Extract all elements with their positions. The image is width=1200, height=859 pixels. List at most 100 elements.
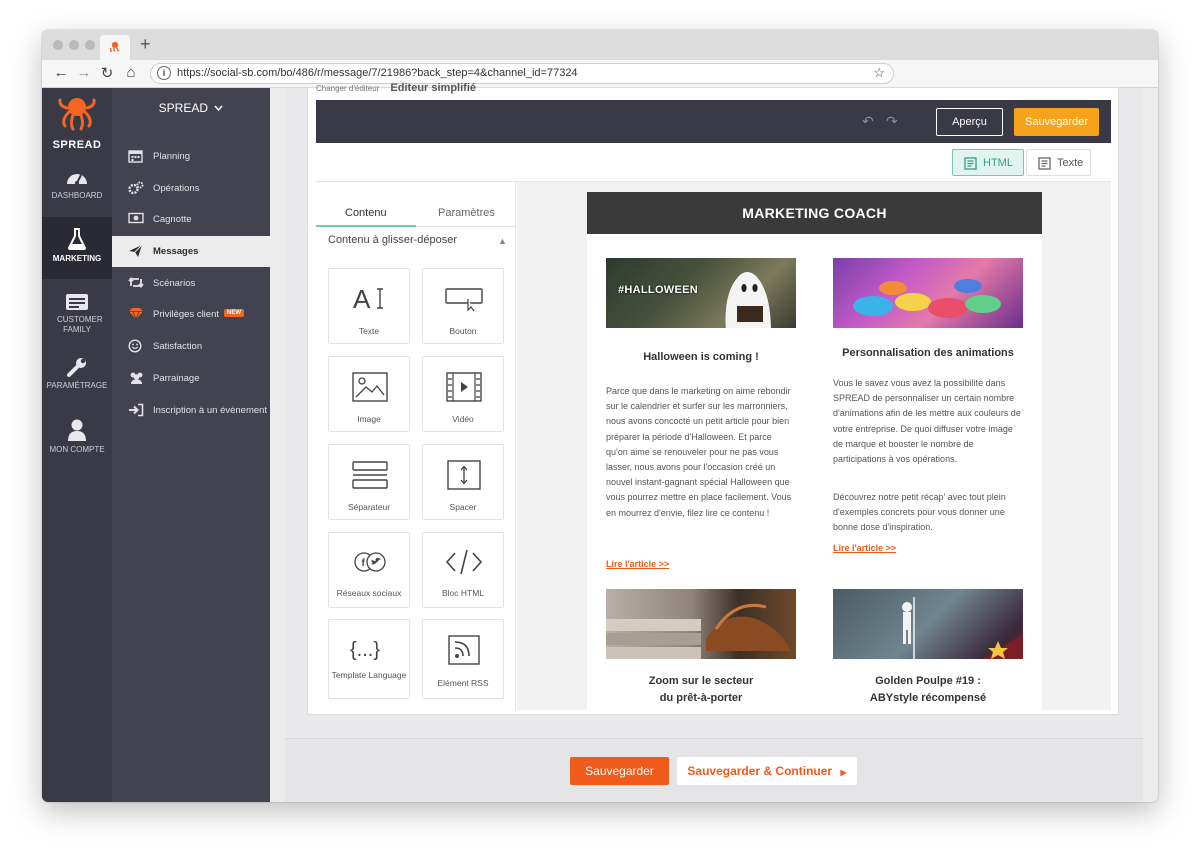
secondary-sidebar: SPREAD Planning Opérations Cagnotte Mess… bbox=[112, 88, 270, 802]
article-title-line-2: ABYstyle récompensé bbox=[869, 692, 987, 704]
block-video[interactable]: Vidéo bbox=[422, 356, 504, 432]
tab-contenu[interactable]: Contenu bbox=[345, 207, 387, 219]
url-field[interactable]: i https://social-sb.com/bo/486/r/message… bbox=[150, 63, 894, 84]
toolbar-save-button[interactable]: Sauvegarder bbox=[1014, 108, 1099, 136]
main-content: Changer d'éditeur Editeur simplifié ↶ ↷ … bbox=[285, 82, 1143, 802]
window-minimize-dot[interactable] bbox=[69, 40, 79, 50]
money-icon bbox=[128, 212, 144, 224]
gears-icon bbox=[128, 181, 144, 195]
octopus-logo-icon bbox=[58, 98, 96, 131]
save-continue-button[interactable]: Sauvegarder & Continuer ▶ bbox=[677, 757, 857, 785]
block-image[interactable]: Image bbox=[328, 356, 410, 432]
redo-icon[interactable]: ↷ bbox=[886, 113, 898, 130]
block-label: Vidéo bbox=[452, 414, 474, 424]
article-body: Parce que dans le marketing on aime rebo… bbox=[606, 386, 792, 518]
article-title: Halloween is coming ! bbox=[643, 351, 759, 363]
sidebar-item-messages[interactable]: Messages bbox=[112, 236, 270, 267]
sidebar-item-operations[interactable]: Opérations bbox=[112, 173, 270, 204]
article-body-2: Découvrez notre petit récap' avec tout p… bbox=[833, 492, 1006, 533]
sidebar-item-label: Scénarios bbox=[153, 278, 196, 289]
html-mode-label: HTML bbox=[983, 157, 1013, 169]
url-text: https://social-sb.com/bo/486/r/message/7… bbox=[177, 67, 578, 79]
home-icon[interactable]: ⌂ bbox=[122, 64, 140, 81]
tab-parametres[interactable]: Paramètres bbox=[438, 207, 495, 219]
content-panel: Contenu Paramètres Contenu à glisser-dép… bbox=[316, 182, 516, 710]
undo-icon[interactable]: ↶ bbox=[862, 113, 874, 130]
shoes-image bbox=[606, 589, 796, 659]
sidebar-item-satisfaction[interactable]: Satisfaction bbox=[112, 331, 270, 362]
brand-name: SPREAD bbox=[52, 139, 102, 151]
info-icon[interactable]: i bbox=[157, 66, 171, 80]
code-block-icon bbox=[445, 549, 483, 575]
editor-toolbar: ↶ ↷ Aperçu Sauvegarder bbox=[316, 100, 1111, 143]
article-title: Personnalisation des animations bbox=[842, 347, 1014, 359]
bookmark-star-icon[interactable]: ☆ bbox=[873, 65, 885, 81]
chevron-down-icon bbox=[214, 105, 223, 112]
read-article-link[interactable]: Lire l'article >> bbox=[833, 543, 896, 553]
sidebar-item-planning[interactable]: Planning bbox=[112, 141, 270, 172]
nav-customer-family[interactable]: CUSTOMER FAMILY bbox=[42, 292, 112, 335]
block-separateur[interactable]: Séparateur bbox=[328, 444, 410, 520]
nav-mon-compte-label: MON COMPTE bbox=[49, 445, 105, 454]
nav-parametrage[interactable]: PARAMÉTRAGE bbox=[42, 356, 112, 391]
wrench-icon bbox=[67, 358, 86, 377]
sidebar-item-label: Parrainage bbox=[153, 373, 200, 384]
block-label: Bloc HTML bbox=[441, 588, 485, 598]
template-language-icon: {...} bbox=[350, 639, 380, 661]
rss-icon bbox=[448, 635, 480, 665]
reload-icon[interactable]: ↻ bbox=[98, 64, 116, 82]
nav-parametrage-label: PARAMÉTRAGE bbox=[46, 381, 108, 390]
block-template-language[interactable]: {...} Template Language bbox=[328, 619, 410, 699]
block-label: Texte bbox=[358, 326, 380, 336]
video-block-icon bbox=[446, 372, 482, 402]
sidebar-item-scenarios[interactable]: Scénarios bbox=[112, 268, 270, 299]
spacer-block-icon bbox=[447, 460, 481, 490]
social-block-icon: f bbox=[354, 552, 386, 572]
preview-button[interactable]: Aperçu bbox=[936, 108, 1003, 136]
spread-logo[interactable]: SPREAD bbox=[42, 94, 112, 151]
block-bouton[interactable]: Bouton bbox=[422, 268, 504, 344]
primary-sidebar: SPREAD DASHBOARD MARKETING CUSTOMER FAMI… bbox=[42, 88, 112, 802]
window-close-dot[interactable] bbox=[53, 40, 63, 50]
nav-dashboard[interactable]: DASHBOARD bbox=[42, 168, 112, 201]
smile-icon bbox=[128, 339, 142, 353]
sidebar-item-parrainage[interactable]: Parrainage bbox=[112, 363, 270, 394]
footer-actions: Sauvegarder Sauvegarder & Continuer ▶ bbox=[285, 738, 1143, 802]
chevron-up-icon[interactable]: ▲ bbox=[498, 236, 507, 246]
back-arrow-icon[interactable]: ← bbox=[52, 64, 70, 81]
block-texte[interactable]: A Texte bbox=[328, 268, 410, 344]
halloween-image: #HALLOWEEN bbox=[606, 258, 796, 328]
code-file-icon bbox=[964, 157, 977, 170]
browser-window: + ← → ↻ ⌂ i https://social-sb.com/bo/486… bbox=[42, 30, 1158, 802]
workspace-selector[interactable]: SPREAD bbox=[112, 101, 270, 115]
nav-mon-compte[interactable]: MON COMPTE bbox=[42, 418, 112, 455]
sidebar-item-label: Planning bbox=[153, 151, 190, 162]
block-bloc-html[interactable]: Bloc HTML bbox=[422, 532, 504, 608]
sidebar-item-cagnotte[interactable]: Cagnotte bbox=[112, 204, 270, 235]
change-editor-link[interactable]: Changer d'éditeur bbox=[316, 84, 379, 93]
block-reseaux-sociaux[interactable]: f Réseaux sociaux bbox=[328, 532, 410, 608]
article-title-line-1: Zoom sur le secteur bbox=[648, 675, 754, 687]
email-preview[interactable]: MARKETING COACH #HALLOWEEN Halloween is … bbox=[587, 192, 1042, 710]
block-element-rss[interactable]: Elément RSS bbox=[422, 619, 504, 699]
block-spacer[interactable]: Spacer bbox=[422, 444, 504, 520]
html-mode-button[interactable]: HTML bbox=[952, 149, 1024, 176]
forward-arrow-icon[interactable]: → bbox=[75, 64, 93, 81]
section-title[interactable]: Contenu à glisser-déposer bbox=[328, 234, 457, 246]
ghost-illustration bbox=[725, 272, 771, 328]
sidebar-item-inscription[interactable]: Inscription à un évènement bbox=[112, 395, 270, 426]
window-zoom-dot[interactable] bbox=[85, 40, 95, 50]
text-mode-button[interactable]: Texte bbox=[1026, 149, 1091, 176]
new-tab-button[interactable]: + bbox=[140, 34, 151, 55]
sidebar-item-privileges-client[interactable]: Privilèges client NEW bbox=[112, 299, 270, 330]
save-button[interactable]: Sauvegarder bbox=[570, 757, 669, 785]
read-article-link[interactable]: Lire l'article >> bbox=[606, 559, 669, 569]
nav-marketing[interactable]: MARKETING bbox=[42, 217, 112, 279]
nav-customer-family-label: CUSTOMER FAMILY bbox=[57, 315, 103, 334]
active-tab-indicator bbox=[316, 225, 416, 227]
browser-tab[interactable] bbox=[100, 35, 130, 60]
sidebar-item-label: Inscription à un évènement bbox=[153, 405, 268, 416]
paint-pots-illustration bbox=[853, 279, 1001, 318]
block-label: Réseaux sociaux bbox=[336, 588, 402, 598]
sign-in-icon bbox=[129, 403, 144, 417]
